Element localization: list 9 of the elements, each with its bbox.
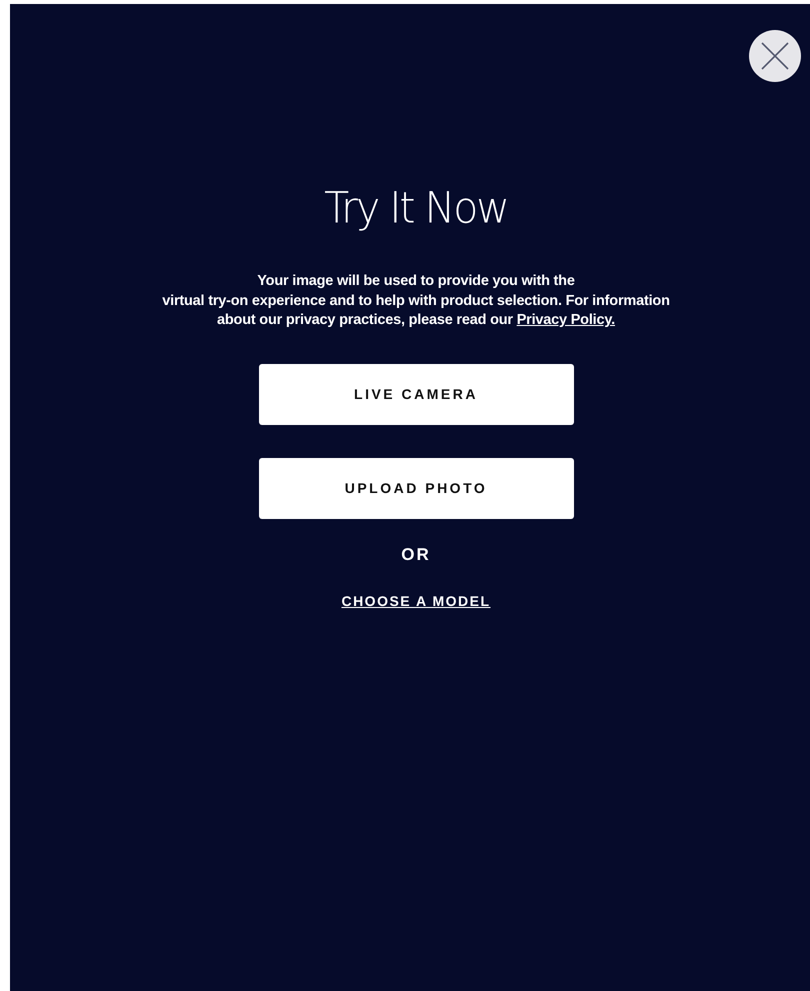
choose-model-link[interactable]: CHOOSE A MODEL <box>341 592 491 608</box>
privacy-notice: Your image will be used to provide you with the virtual try-on experience and to help with product selection. For information about our privacy practices, please read our Privacy Policy. <box>162 272 670 330</box>
separator-text: OR <box>401 544 431 564</box>
close-icon <box>761 42 789 70</box>
dialog-title: Try It Now <box>324 182 508 234</box>
option-button[interactable]: LIVE CAMERA <box>258 364 574 424</box>
option-button[interactable]: UPLOAD PHOTO <box>258 458 574 518</box>
close-button[interactable] <box>749 30 801 82</box>
privacy-policy-link[interactable]: Privacy Policy. <box>516 312 615 328</box>
